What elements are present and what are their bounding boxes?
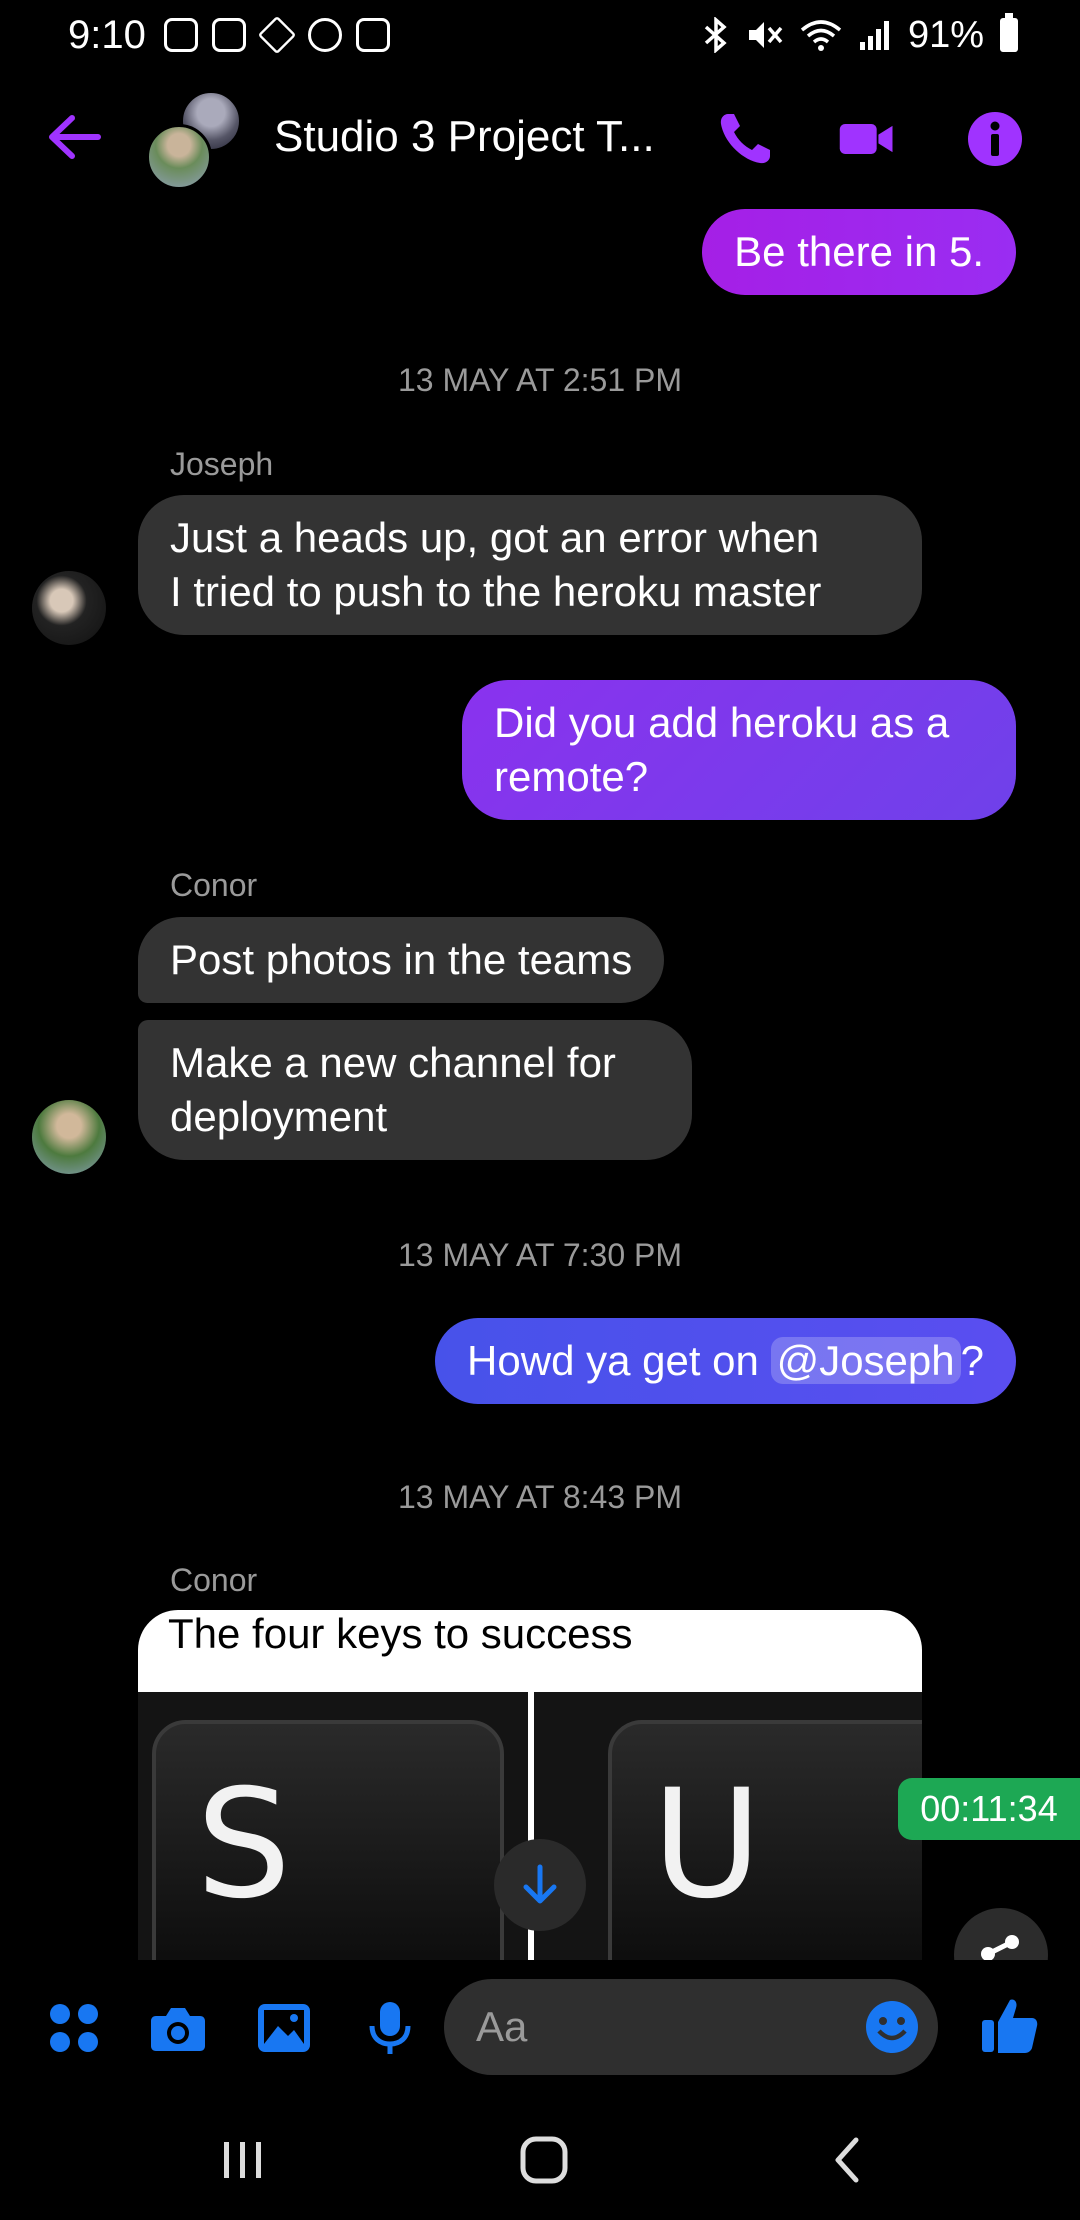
camera-icon[interactable]: [150, 2000, 206, 2056]
app-notification-icon: [211, 18, 246, 52]
app-notification-icon: [355, 18, 390, 52]
signal-icon: [859, 21, 889, 50]
avatar[interactable]: [32, 1100, 106, 1174]
sender-name: Joseph: [170, 446, 274, 482]
back-arrow-icon[interactable]: [46, 112, 102, 162]
home-icon[interactable]: [514, 2130, 574, 2190]
keycap: U: [608, 1720, 922, 1960]
conversation-title[interactable]: Studio 3 Project T...: [274, 112, 655, 162]
wifi-icon: [800, 20, 842, 51]
app-notification-icon: [163, 18, 198, 52]
messenger-icon: [307, 18, 342, 52]
arrow-down-icon: [523, 1864, 557, 1904]
video-call-icon[interactable]: [838, 110, 896, 168]
incoming-message[interactable]: Make a new channel for deployment: [138, 1020, 692, 1160]
conversation-header: Studio 3 Project T...: [0, 80, 1080, 195]
message-text: deployment: [170, 1093, 388, 1140]
message-text: ?: [960, 1337, 984, 1384]
more-apps-icon[interactable]: [46, 2000, 102, 2056]
microphone-icon[interactable]: [362, 2000, 418, 2056]
outgoing-message[interactable]: Howd ya get on @Joseph?: [435, 1318, 1016, 1404]
avatar: [146, 124, 212, 190]
status-bar: 9:10 91%: [0, 0, 1080, 70]
status-time: 9:10: [68, 12, 146, 57]
binance-icon: [257, 15, 297, 55]
system-status: 91%: [702, 13, 1018, 57]
timestamp: 13 MAY AT 7:30 PM: [398, 1237, 682, 1273]
message-text: Did you add heroku as a: [494, 699, 950, 746]
back-icon[interactable]: [818, 2130, 878, 2190]
phone-icon[interactable]: [716, 110, 774, 168]
battery-percentage: 91%: [907, 13, 984, 56]
emoji-icon[interactable]: [864, 1999, 920, 2055]
like-icon[interactable]: [980, 1996, 1040, 2056]
bluetooth-icon: [704, 17, 727, 53]
message-text: Just a heads up, got an error when: [170, 514, 820, 561]
mute-icon: [748, 22, 783, 48]
battery-icon: [1000, 13, 1018, 52]
keycap: S: [152, 1720, 504, 1960]
image-caption: The four keys to success: [168, 1610, 633, 1657]
message-text: remote?: [494, 753, 649, 800]
info-icon[interactable]: [966, 110, 1024, 168]
incoming-message[interactable]: Post photos in the teams: [138, 917, 665, 1003]
message-list[interactable]: Be there in 5. 13 MAY AT 2:51 PM Joseph …: [0, 195, 1080, 1960]
gallery-icon[interactable]: [256, 2000, 312, 2056]
message-text: Make a new channel for: [170, 1039, 616, 1086]
scroll-to-bottom-button[interactable]: [494, 1839, 586, 1931]
timestamp: 13 MAY AT 2:51 PM: [398, 362, 682, 398]
avatar[interactable]: [32, 571, 106, 645]
message-input[interactable]: [444, 1979, 938, 2075]
outgoing-message[interactable]: Did you add heroku as a remote?: [462, 680, 1016, 820]
group-avatar[interactable]: [146, 90, 246, 190]
incoming-message[interactable]: Just a heads up, got an error when I tri…: [138, 495, 922, 635]
recording-timer: 00:11:34: [898, 1778, 1080, 1840]
outgoing-message[interactable]: Be there in 5.: [702, 209, 1016, 295]
notification-icons: [163, 15, 390, 55]
message-composer: [0, 1960, 1080, 2090]
sender-name: Conor: [170, 867, 258, 903]
message-text: Be there in 5.: [734, 228, 984, 275]
system-navigation-bar: [0, 2100, 1080, 2220]
message-text: Post photos in the teams: [170, 936, 633, 983]
message-text: I tried to push to the heroku master: [170, 568, 822, 615]
mention-link[interactable]: @Joseph: [770, 1337, 961, 1384]
timestamp: 13 MAY AT 8:43 PM: [398, 1479, 682, 1515]
message-text-field[interactable]: [476, 1997, 856, 2057]
sender-name: Conor: [170, 1562, 258, 1598]
recent-apps-icon[interactable]: [212, 2130, 272, 2190]
message-text: Howd ya get on: [467, 1337, 771, 1384]
